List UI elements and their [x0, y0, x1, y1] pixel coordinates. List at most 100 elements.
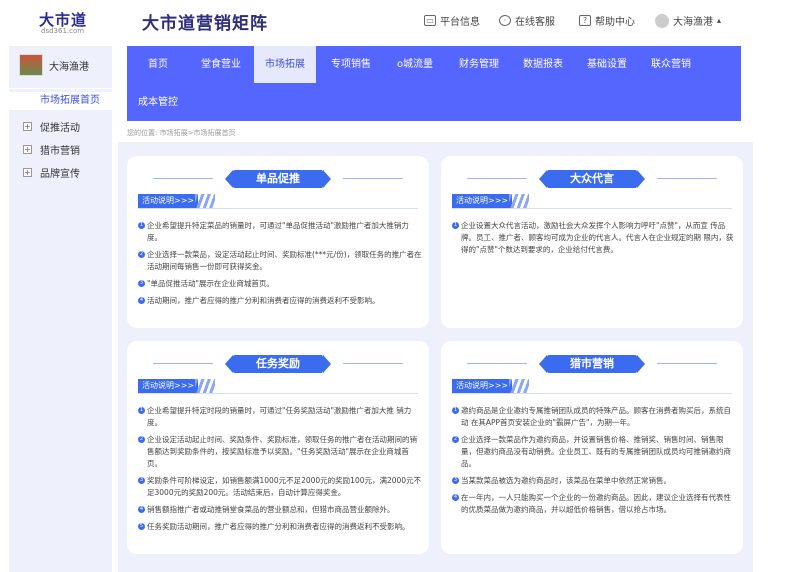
help-center-link[interactable]: ? 帮助中心 — [579, 13, 635, 28]
item-text: 在一年内，一人只能购买一个企业的一份邀约商品。因此，建议企业选择有代表性的优质菜… — [461, 493, 731, 514]
card-items: 1 邀约商品是企业邀约专属推销团队成员的特殊产品。顾客在消费者购买后，系统自动 在… — [452, 405, 737, 521]
sidebar-item-label: 品牌宣传 — [40, 169, 80, 180]
chat-icon: · — [499, 15, 511, 26]
ribbon-line — [657, 363, 717, 364]
nav-item-cost-control[interactable]: 成本管控 — [135, 84, 181, 121]
sidebar-item-label: 促推活动 — [40, 123, 80, 134]
card-items: 1 企业希望提升特定时段的销量时，可通过"任务奖励活动"激励推广者加大推 销力度。… — [138, 405, 423, 538]
logo-subtitle: dsd361.com — [41, 27, 85, 35]
nav-item-city-traffic[interactable]: o城流量 — [387, 46, 443, 83]
list-item: 1 企业希望提升特定时段的销量时，可通过"任务奖励活动"激励推广者加大推 销力度。 — [138, 405, 423, 429]
nav-item-settings[interactable]: 基础设置 — [579, 46, 635, 83]
item-text: 任务奖励活动期间，推广者应得的推广分利和消费者应得的消费返利不受影响。 — [147, 522, 410, 531]
card-title-text: 大众代言 — [570, 172, 614, 185]
nav-item-home[interactable]: 首页 — [137, 46, 179, 83]
nav-item-union-marketing[interactable]: 联众营销 — [643, 46, 699, 83]
nav-item-reports[interactable]: 数据报表 — [515, 46, 571, 83]
breadcrumb: 您的位置: 市场拓展>市场拓展首页 — [127, 129, 236, 137]
number-badge: 3 — [138, 477, 145, 484]
card-title: 单品促推 — [153, 170, 403, 188]
expand-icon[interactable]: + — [23, 145, 32, 154]
list-item: 5 任务奖励活动期间，推广者应得的推广分利和消费者应得的消费返利不受影响。 — [138, 521, 423, 533]
card-task-reward: 任务奖励 活动说明>>> 1 企业希望提升特定时段的销量时，可通过"任务奖励活动"… — [127, 341, 429, 554]
ribbon-line — [343, 363, 403, 364]
shop-profile[interactable]: 大海渔港 — [19, 54, 89, 76]
list-item: 3 奖励条件可阶梯设定，如销售额满1000元不足2000元的奖励100元，满200… — [138, 475, 423, 499]
card-items: 1 企业希望提升特定菜品的销量时，可通过"单品促推活动"激励推广者加大推销力度。 … — [138, 220, 423, 312]
ribbon-line — [153, 363, 213, 364]
list-item: 1 企业希望提升特定菜品的销量时，可通过"单品促推活动"激励推广者加大推销力度。 — [138, 220, 423, 244]
item-text: 活动期间，推广者应得的推广分利和消费者应得的消费返利不受影响。 — [147, 296, 380, 305]
item-text: 企业选择一款菜品，设定活动起止时间、奖励标准(***元/份)，领取任务的推广者在… — [147, 250, 422, 271]
item-text: "单品促推活动"展示在企业商城首页。 — [147, 279, 274, 288]
ribbon-line — [467, 363, 527, 364]
sidebar-divider — [9, 88, 112, 89]
card-title: 猎市营销 — [467, 355, 717, 373]
ribbon-line — [657, 178, 717, 179]
sidebar-item-brand-promotion[interactable]: + 品牌宣传 — [23, 165, 80, 180]
card-title-text: 单品促推 — [256, 172, 300, 185]
list-item: 4 销售额指推广者或动推销堂食菜品的营业额总和，但猎市商品营业额除外。 — [138, 504, 423, 516]
online-service-link[interactable]: · 在线客服 — [499, 13, 555, 28]
caret-up-icon: ▴ — [717, 16, 722, 25]
expand-icon[interactable]: + — [23, 168, 32, 177]
number-badge: 1 — [138, 222, 145, 229]
tag-divider — [138, 393, 418, 394]
user-name: 大海渔港 — [673, 17, 713, 28]
card-title: 任务奖励 — [153, 355, 403, 373]
item-text: 邀约商品是企业邀约专属推销团队成员的特殊产品。顾客在消费者购买后，系统自动 在其… — [461, 406, 731, 427]
item-text: 企业设定活动起止时间、奖励条件、奖励标准，领取任务的推广者在活动期间的销售额达到… — [147, 435, 417, 468]
ribbon-line — [467, 178, 527, 179]
nav-item-special-sales[interactable]: 专项销售 — [323, 46, 379, 83]
number-badge: 2 — [452, 436, 459, 443]
nav-item-dine-in[interactable]: 堂食营业 — [193, 46, 249, 83]
online-service-label: 在线客服 — [515, 17, 555, 28]
card-title-text: 猎市营销 — [570, 357, 614, 370]
platform-info-link[interactable]: ▭ 平台信息 — [424, 13, 480, 28]
tag-stripes — [195, 194, 215, 208]
user-menu[interactable]: 大海渔港 ▴ — [655, 13, 721, 28]
top-header: 大市道 dsd361.com 大市道营销矩阵 ▭ 平台信息 · 在线客服 ? 帮… — [0, 0, 800, 42]
number-badge: 4 — [138, 297, 145, 304]
item-text: 企业设置大众代言活动，激励社会大众发挥个人影响力呼吁"点赞"，从而宣 传品牌。员… — [461, 221, 734, 254]
card-items: 1 企业设置大众代言活动，激励社会大众发挥个人影响力呼吁"点赞"，从而宣 传品牌。… — [452, 220, 737, 261]
item-text: 奖励条件可阶梯设定，如销售额满1000元不足2000元的奖励100元，满2000… — [147, 476, 422, 497]
help-icon: ? — [579, 15, 591, 26]
item-text: 企业希望提升特定菜品的销量时，可通过"单品促推活动"激励推广者加大推销力度。 — [147, 221, 409, 242]
item-text: 销售额指推广者或动推销堂食菜品的营业额总和，但猎市商品营业额除外。 — [147, 505, 395, 514]
list-item: 4 活动期间，推广者应得的推广分利和消费者应得的消费返利不受影响。 — [138, 295, 423, 307]
number-badge: 4 — [452, 494, 459, 501]
tag-divider — [452, 393, 732, 394]
sidebar-item-promotion[interactable]: + 促推活动 — [23, 119, 80, 134]
number-badge: 3 — [452, 477, 459, 484]
avatar — [655, 13, 669, 28]
sidebar-item-hunting-marketing[interactable]: + 猎市营销 — [23, 142, 80, 157]
activity-tag: 活动说明>>> — [452, 194, 513, 208]
list-item: 1 企业设置大众代言活动，激励社会大众发挥个人影响力呼吁"点赞"，从而宣 传品牌。… — [452, 220, 737, 256]
platform-info-label: 平台信息 — [440, 17, 480, 28]
number-badge: 3 — [138, 280, 145, 287]
list-item: 1 邀约商品是企业邀约专属推销团队成员的特殊产品。顾客在消费者购买后，系统自动 在… — [452, 405, 737, 429]
number-badge: 1 — [452, 407, 459, 414]
sidebar-item-label: 猎市营销 — [40, 146, 80, 157]
tag-divider — [452, 208, 732, 209]
number-badge: 5 — [138, 523, 145, 530]
activity-tag: 活动说明>>> — [138, 194, 199, 208]
nav-item-market-expansion[interactable]: 市场拓展 — [254, 46, 316, 83]
item-text: 企业希望提升特定时段的销量时，可通过"任务奖励活动"激励推广者加大推 销力度。 — [147, 406, 412, 427]
item-text: 当某款菜品被选为邀约商品时，该菜品在菜单中依然正常销售。 — [461, 476, 671, 485]
ribbon-line — [153, 178, 213, 179]
monitor-icon: ▭ — [424, 15, 436, 26]
expand-icon[interactable]: + — [23, 122, 32, 131]
nav-item-finance[interactable]: 财务管理 — [451, 46, 507, 83]
list-item: 3 "单品促推活动"展示在企业商城首页。 — [138, 278, 423, 290]
tag-stripes — [195, 379, 215, 393]
number-badge: 1 — [138, 407, 145, 414]
number-badge: 1 — [452, 222, 459, 229]
number-badge: 4 — [138, 506, 145, 513]
sidebar: 大海渔港 市场拓展首页 + 促推活动 + 猎市营销 + 品牌宣传 — [9, 46, 112, 572]
tag-divider — [138, 208, 418, 209]
sidebar-item-market-home[interactable]: 市场拓展首页 — [9, 92, 112, 110]
list-item: 2 企业选择一款菜品，设定活动起止时间、奖励标准(***元/份)，领取任务的推广者… — [138, 249, 423, 273]
tag-stripes — [509, 194, 529, 208]
